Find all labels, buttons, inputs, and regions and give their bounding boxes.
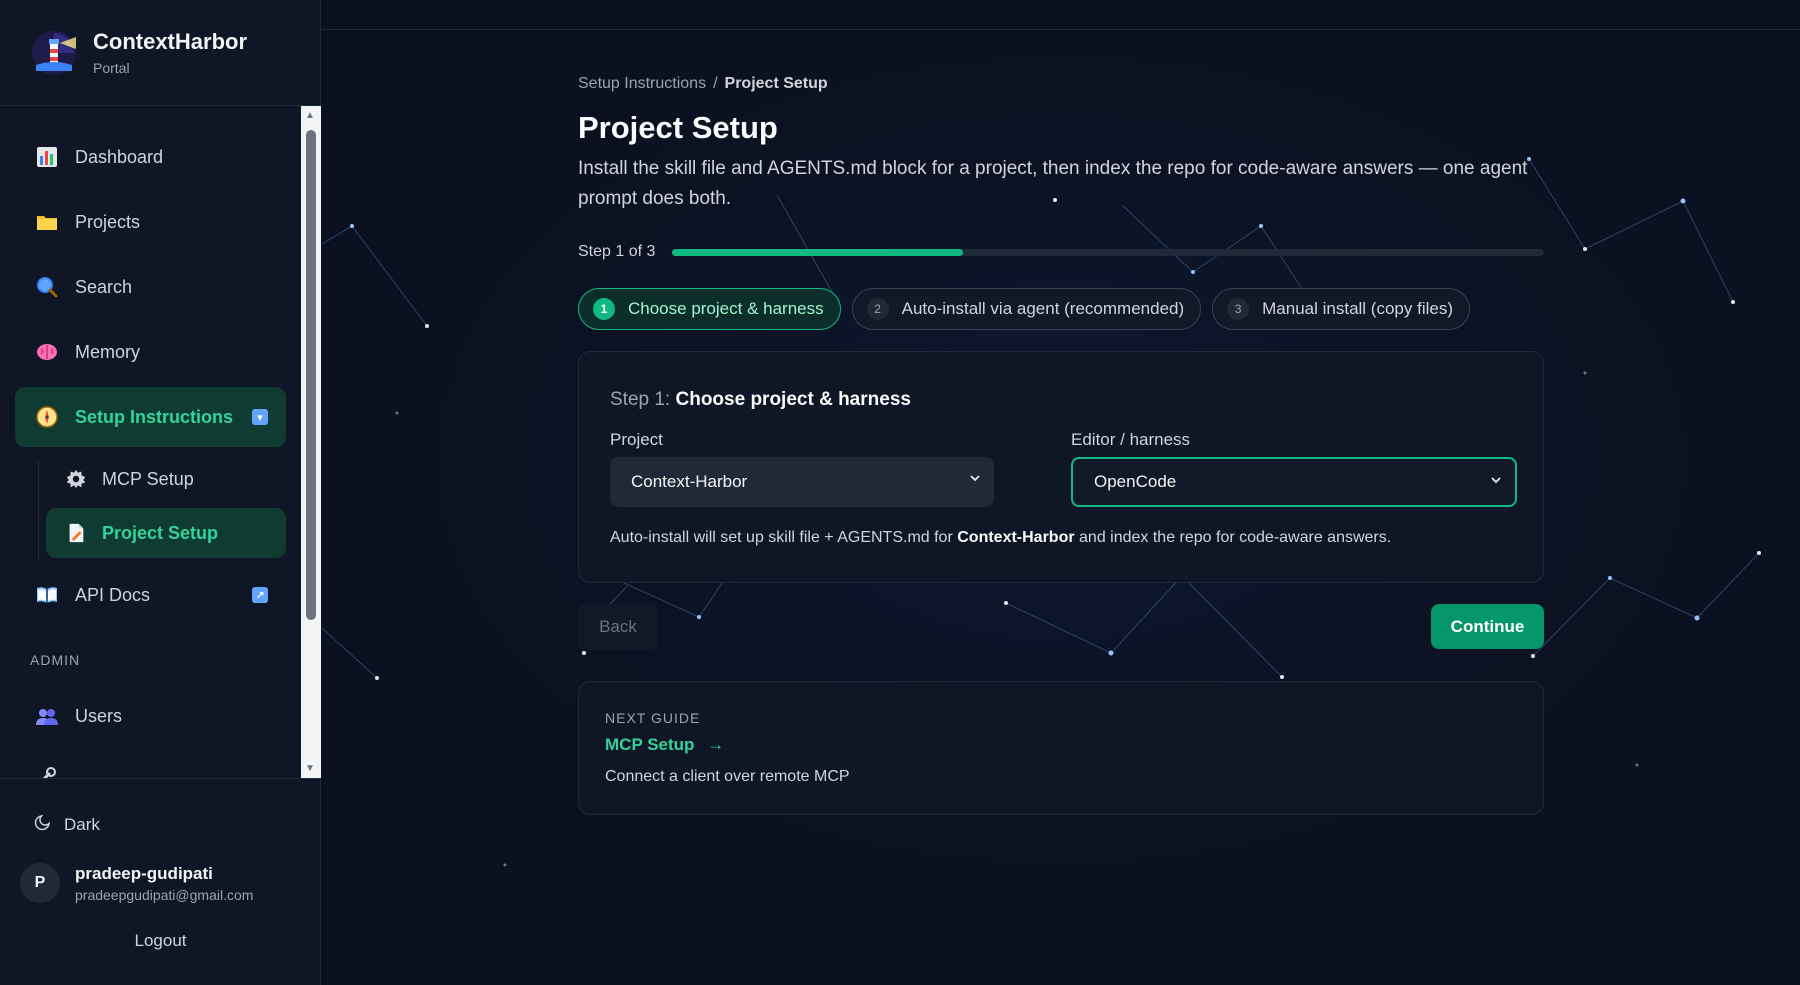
progress-fill bbox=[672, 248, 963, 256]
sidebar-footer: Dark P pradeep-gudipati pradeepgudipati@… bbox=[0, 778, 321, 985]
next-guide-link[interactable]: MCP Setup → bbox=[605, 735, 724, 755]
page-title: Project Setup bbox=[578, 110, 778, 145]
chevron-down-icon bbox=[970, 475, 980, 482]
sidebar-item-partial[interactable] bbox=[15, 746, 286, 778]
progress-label: Step 1 of 3 bbox=[578, 243, 656, 260]
step-label: Choose project & harness bbox=[628, 299, 824, 318]
next-guide-description: Connect a client over remote MCP bbox=[605, 768, 850, 785]
scrollbar-thumb[interactable] bbox=[306, 130, 316, 620]
sidebar-item-dashboard[interactable]: Dashboard bbox=[15, 127, 286, 187]
sidebar-item-label: Search bbox=[75, 276, 133, 297]
wrench-icon bbox=[33, 762, 61, 778]
step-label: Auto-install via agent (recommended) bbox=[901, 299, 1185, 318]
users-icon bbox=[33, 702, 61, 730]
folder-icon bbox=[33, 208, 61, 236]
sidebar-item-label: Users bbox=[75, 705, 123, 726]
sidebar-item-projects[interactable]: Projects bbox=[15, 192, 286, 252]
project-select[interactable]: Context-Harbor bbox=[610, 457, 994, 507]
progress-track bbox=[672, 248, 1544, 256]
next-guide-card: NEXT GUIDE MCP Setup → Connect a client … bbox=[578, 681, 1544, 815]
breadcrumb-parent-link[interactable]: Setup Instructions bbox=[578, 75, 706, 92]
book-icon bbox=[33, 581, 61, 609]
continue-button[interactable]: Continue bbox=[1431, 604, 1544, 649]
collapse-chevron-icon[interactable]: ▾ bbox=[252, 409, 268, 425]
sidebar-subitem-label: Project Setup bbox=[102, 522, 219, 543]
external-link-icon: ↗ bbox=[252, 587, 268, 603]
moon-icon bbox=[34, 813, 52, 836]
sidebar-subitem-project-setup[interactable]: Project Setup bbox=[46, 508, 286, 558]
lighthouse-logo-icon bbox=[32, 30, 76, 75]
tree-line bbox=[38, 460, 39, 560]
back-button[interactable]: Back bbox=[578, 604, 658, 650]
page-description: Install the skill file and AGENTS.md blo… bbox=[578, 158, 1528, 209]
sidebar-item-setup-instructions[interactable]: Setup Instructions ▾ bbox=[15, 387, 286, 447]
sidebar-item-label: Memory bbox=[75, 341, 141, 362]
step-tab-1[interactable]: 1 Choose project & harness bbox=[578, 288, 841, 330]
step-number: 1 bbox=[593, 298, 615, 320]
sidebar-item-label: Dashboard bbox=[75, 146, 164, 167]
harness-label: Editor / harness bbox=[1071, 430, 1191, 449]
brain-icon bbox=[33, 338, 61, 366]
progress-row: Step 1 of 3 bbox=[578, 243, 1544, 261]
chevron-down-icon bbox=[1491, 477, 1501, 484]
breadcrumb-separator: / bbox=[713, 75, 718, 92]
avatar: P bbox=[20, 863, 60, 903]
theme-label: Dark bbox=[64, 814, 100, 834]
sidebar-item-users[interactable]: Users bbox=[15, 686, 286, 746]
sidebar-item-search[interactable]: Search bbox=[15, 257, 286, 317]
project-label: Project bbox=[610, 430, 663, 449]
step-card: Step 1: Choose project & harness Project… bbox=[578, 351, 1544, 583]
document-icon bbox=[64, 521, 88, 545]
sidebar-item-label: Setup Instructions bbox=[75, 406, 234, 427]
app-subtitle: Portal bbox=[93, 60, 130, 76]
note-text: and index the repo for code-aware answer… bbox=[1074, 529, 1392, 546]
sidebar-subitem-label: MCP Setup bbox=[102, 468, 194, 489]
next-guide-eyebrow: NEXT GUIDE bbox=[605, 710, 701, 726]
top-bar bbox=[322, 0, 1800, 30]
scroll-down-arrow-icon[interactable]: ▼ bbox=[305, 763, 315, 774]
sidebar: ContextHarbor Portal Dashboard Projects … bbox=[0, 0, 321, 985]
step-label: Manual install (copy files) bbox=[1262, 299, 1453, 318]
step-tab-3[interactable]: 3 Manual install (copy files) bbox=[1212, 288, 1470, 330]
breadcrumb-current: Project Setup bbox=[724, 75, 828, 92]
auto-install-note: Auto-install will set up skill file + AG… bbox=[610, 529, 1391, 547]
app-name: ContextHarbor bbox=[93, 29, 248, 54]
project-select-value: Context-Harbor bbox=[631, 472, 748, 491]
harness-select[interactable]: OpenCode bbox=[1071, 457, 1517, 507]
step-tab-2[interactable]: 2 Auto-install via agent (recommended) bbox=[851, 288, 1202, 330]
harness-select-value: OpenCode bbox=[1094, 472, 1177, 491]
note-project-name: Context-Harbor bbox=[957, 529, 1075, 546]
next-guide-link-label: MCP Setup bbox=[605, 735, 695, 754]
sidebar-item-api-docs[interactable]: API Docs ↗ bbox=[15, 565, 286, 625]
breadcrumb: Setup Instructions / Project Setup bbox=[578, 75, 828, 93]
note-text: Auto-install will set up skill file + AG… bbox=[610, 529, 958, 546]
logout-button[interactable]: Logout bbox=[0, 931, 321, 951]
gear-icon bbox=[64, 467, 88, 491]
theme-toggle[interactable]: Dark bbox=[34, 813, 100, 836]
chart-icon bbox=[33, 143, 61, 171]
sidebar-item-memory[interactable]: Memory bbox=[15, 322, 286, 382]
compass-icon bbox=[33, 403, 61, 431]
step-number: 2 bbox=[866, 298, 889, 320]
step-number: 3 bbox=[1227, 298, 1250, 320]
sidebar-nav: Dashboard Projects Search Memory Setup I… bbox=[0, 106, 321, 778]
card-step-prefix: Step 1: bbox=[610, 389, 671, 410]
search-icon bbox=[33, 273, 61, 301]
sidebar-scrollbar[interactable]: ▲ ▼ bbox=[301, 106, 321, 778]
card-title: Step 1: Choose project & harness bbox=[610, 389, 911, 411]
scroll-up-arrow-icon[interactable]: ▲ bbox=[305, 110, 315, 121]
sidebar-item-label: API Docs bbox=[75, 584, 151, 605]
user-profile: P pradeep-gudipati pradeepgudipati@gmail… bbox=[20, 863, 253, 903]
arrow-right-icon: → bbox=[707, 735, 725, 754]
admin-section-label: ADMIN bbox=[30, 652, 81, 668]
sidebar-item-label: Projects bbox=[75, 211, 141, 232]
user-name: pradeep-gudipati bbox=[75, 863, 213, 883]
sidebar-subitem-mcp-setup[interactable]: MCP Setup bbox=[46, 454, 286, 504]
stepper: 1 Choose project & harness 2 Auto-instal… bbox=[578, 288, 1470, 330]
card-step-title: Choose project & harness bbox=[675, 389, 911, 410]
brand: ContextHarbor Portal bbox=[0, 0, 320, 106]
user-email: pradeepgudipati@gmail.com bbox=[75, 886, 254, 903]
